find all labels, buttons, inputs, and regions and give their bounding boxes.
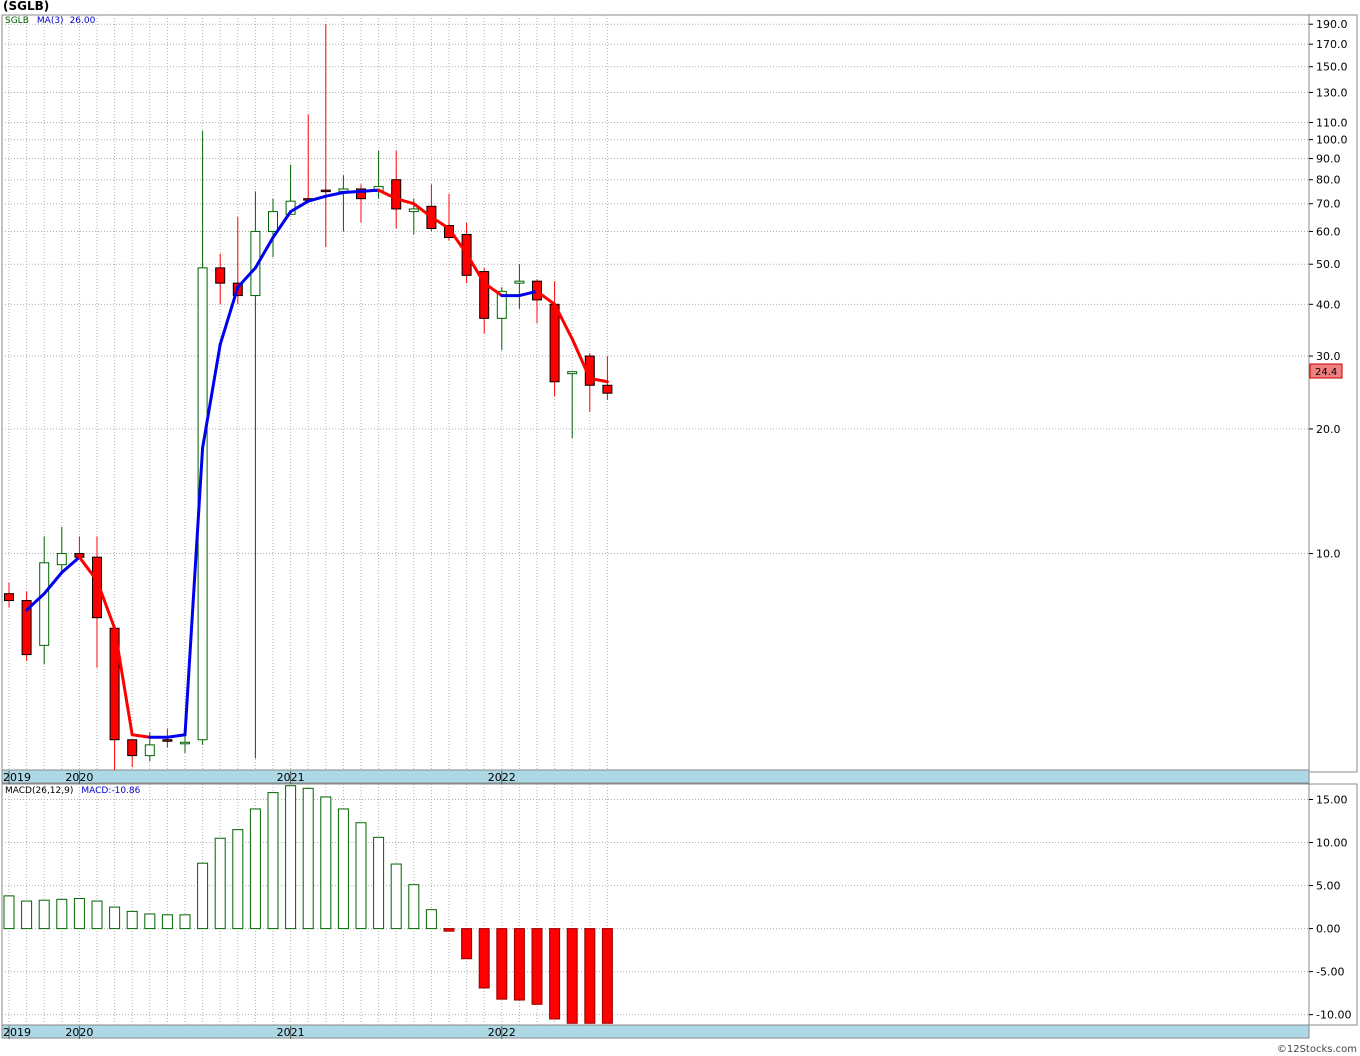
candle-body <box>408 208 419 213</box>
price-tick-label: 130.0 <box>1316 86 1348 99</box>
macd-tick-label: -10.00 <box>1316 1009 1351 1022</box>
macd-bar <box>478 928 490 989</box>
candle-body <box>39 562 50 646</box>
macd-bar <box>197 862 209 930</box>
candle-body <box>391 179 402 210</box>
price-tick-label: 50.0 <box>1316 258 1341 271</box>
macd-bar <box>249 808 261 930</box>
price-tick-label: 70.0 <box>1316 198 1341 211</box>
macd-tick-label: 5.00 <box>1316 880 1341 893</box>
price-x-label: 2019 <box>3 771 31 784</box>
macd-bar <box>566 928 578 1024</box>
macd-bar <box>21 900 33 930</box>
candle-body <box>514 280 525 284</box>
macd-bar <box>3 895 15 930</box>
macd-bar <box>126 910 138 930</box>
macd-bar <box>285 785 297 930</box>
price-x-label: 2020 <box>65 771 93 784</box>
page-title: (SGLB) <box>3 0 50 13</box>
candle-body <box>127 739 138 757</box>
macd-legend: MACD(26,12,9) MACD:-10.86 <box>5 786 148 796</box>
legend-ma-label: MA(3) <box>36 16 64 26</box>
price-x-label: 2021 <box>277 771 305 784</box>
candle-body <box>320 189 331 193</box>
price-tick-label: 150.0 <box>1316 61 1348 74</box>
macd-bar <box>179 914 191 930</box>
watermark: ©12Stocks.com <box>1276 1044 1357 1055</box>
macd-bar <box>443 928 455 932</box>
legend-ma-value: 26.00 <box>69 16 96 26</box>
macd-tick-label: 15.00 <box>1316 793 1348 806</box>
macd-bar <box>601 928 613 1024</box>
macd-date-strip <box>1 1024 1310 1039</box>
macd-bar <box>161 914 173 930</box>
macd-tick-label: -5.00 <box>1316 966 1344 979</box>
macd-legend-value: MACD:-10.86 <box>81 786 141 796</box>
macd-bar <box>73 897 85 930</box>
price-tick-label: 170.0 <box>1316 38 1348 51</box>
price-tick-label: 90.0 <box>1316 153 1341 166</box>
macd-bar <box>214 837 226 930</box>
price-legend: SGLB MA(3) 26.00 <box>5 16 103 26</box>
price-tick-label: 80.0 <box>1316 174 1341 187</box>
macd-bar <box>549 928 561 1020</box>
price-tick-label: 40.0 <box>1316 298 1341 311</box>
candle-body <box>144 744 155 757</box>
candle-body <box>567 371 578 375</box>
ma-segment <box>341 189 363 195</box>
macd-tick-label: 10.00 <box>1316 837 1348 850</box>
candle-body <box>215 267 226 284</box>
price-tick-label: 110.0 <box>1316 116 1348 129</box>
macd-x-label: 2021 <box>277 1026 305 1039</box>
macd-tick-label: 0.00 <box>1316 923 1341 936</box>
candle-body <box>549 303 560 383</box>
macd-x-label: 2019 <box>3 1026 31 1039</box>
candle <box>21 591 32 662</box>
price-date-strip <box>1 769 1310 784</box>
candle-body <box>162 739 173 742</box>
candle-body <box>56 553 67 566</box>
price-x-label: 2022 <box>488 771 516 784</box>
macd-x-label: 2022 <box>488 1026 516 1039</box>
macd-bar <box>302 787 314 930</box>
price-tick-label: 190.0 <box>1316 18 1348 31</box>
price-tick-label: 30.0 <box>1316 350 1341 363</box>
macd-bar <box>584 928 596 1024</box>
candle-body <box>602 384 613 394</box>
macd-bar <box>390 863 402 930</box>
macd-bar <box>531 928 543 1005</box>
macd-bar <box>496 928 508 1000</box>
macd-bar <box>513 928 525 1001</box>
last-price-marker: 24.4 <box>1309 363 1343 379</box>
candle-body <box>268 211 278 232</box>
macd-bar <box>320 796 332 930</box>
price-tick-label: 20.0 <box>1316 423 1341 436</box>
macd-bar <box>267 792 279 930</box>
macd-bar <box>38 899 50 930</box>
macd-bar <box>408 884 420 930</box>
price-tick-label: 60.0 <box>1316 225 1341 238</box>
macd-bar <box>461 928 473 960</box>
macd-bar <box>425 909 437 930</box>
macd-bar <box>337 808 349 930</box>
macd-bar <box>355 822 367 930</box>
legend-symbol: SGLB <box>5 16 29 26</box>
macd-legend-label: MACD(26,12,9) <box>5 786 74 796</box>
price-tick-label: 10.0 <box>1316 548 1341 561</box>
price-tick-label: 100.0 <box>1316 134 1348 147</box>
macd-bar <box>56 898 68 930</box>
ma-segment <box>359 188 381 193</box>
macd-axis-frame <box>1308 783 1358 1026</box>
candle-body <box>180 741 190 745</box>
macd-x-label: 2020 <box>65 1026 93 1039</box>
macd-bar <box>91 900 103 930</box>
last-price-label: 24.4 <box>1315 367 1337 378</box>
macd-bar <box>144 913 156 930</box>
macd-bar <box>109 906 121 930</box>
candle-body <box>4 593 14 602</box>
macd-bar <box>232 829 244 930</box>
macd-bar <box>373 836 385 930</box>
chart-canvas: 10.0 20.0 30.0 40.0 50.0 60.0 70.0 80.0 90.0 100.… <box>1 14 1358 1039</box>
